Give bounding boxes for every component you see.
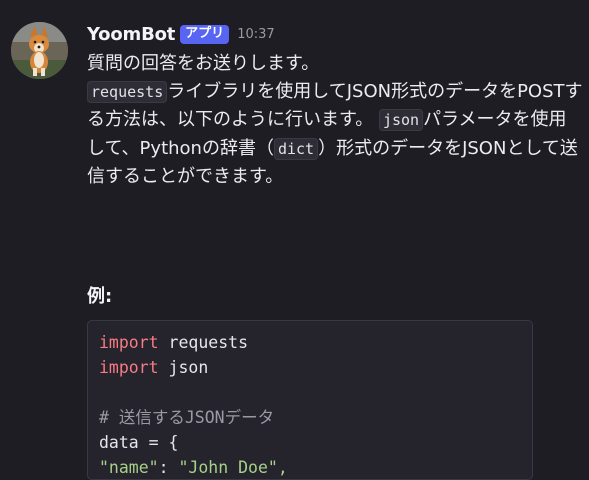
code-keyword: import [99, 333, 159, 352]
example-heading: 例: [87, 286, 113, 307]
code-comment: # 送信するJSONデータ [99, 408, 275, 427]
code-block[interactable]: import requests import json # 送信するJSONデータ d… [87, 320, 533, 480]
code-string: "name" [99, 458, 159, 477]
message-content: YoomBot アプリ 10:37 質問の回答をお送りします。 requests… [87, 22, 587, 191]
message-header: YoomBot アプリ 10:37 [87, 22, 587, 46]
code-text: data = { [99, 433, 179, 452]
inline-code-json: json [378, 109, 424, 131]
app-badge: アプリ [180, 24, 230, 44]
inline-code-requests: requests [87, 80, 168, 103]
code-line-5: data = { [99, 430, 521, 455]
message-body: 質問の回答をお送りします。 requests ライブラリを使用してJSON形式のデ… [87, 50, 583, 191]
code-text: : [158, 458, 179, 477]
message-timestamp[interactable]: 10:37 [237, 27, 274, 42]
code-line-2: import json [99, 355, 521, 380]
code-line-6: "name": "John Doe", [99, 455, 521, 480]
code-line-4: # 送信するJSONデータ [99, 405, 521, 430]
chat-message: YoomBot アプリ 10:37 質問の回答をお送りします。 requests… [0, 0, 589, 480]
code-line-1: import requests [99, 330, 521, 355]
code-text: json [158, 358, 209, 377]
message-paragraph-explanation: requests ライブラリを使用してJSON形式のデータをPOSTする方法は、以… [87, 78, 583, 191]
code-keyword: import [99, 358, 159, 377]
code-string: "John Doe", [178, 458, 288, 477]
message-paragraph-intro: 質問の回答をお送りします。 [87, 53, 320, 74]
inline-code-dict: dict [273, 137, 319, 160]
code-text: requests [158, 333, 249, 352]
bot-avatar[interactable] [11, 22, 68, 79]
author-name[interactable]: YoomBot [87, 24, 175, 45]
